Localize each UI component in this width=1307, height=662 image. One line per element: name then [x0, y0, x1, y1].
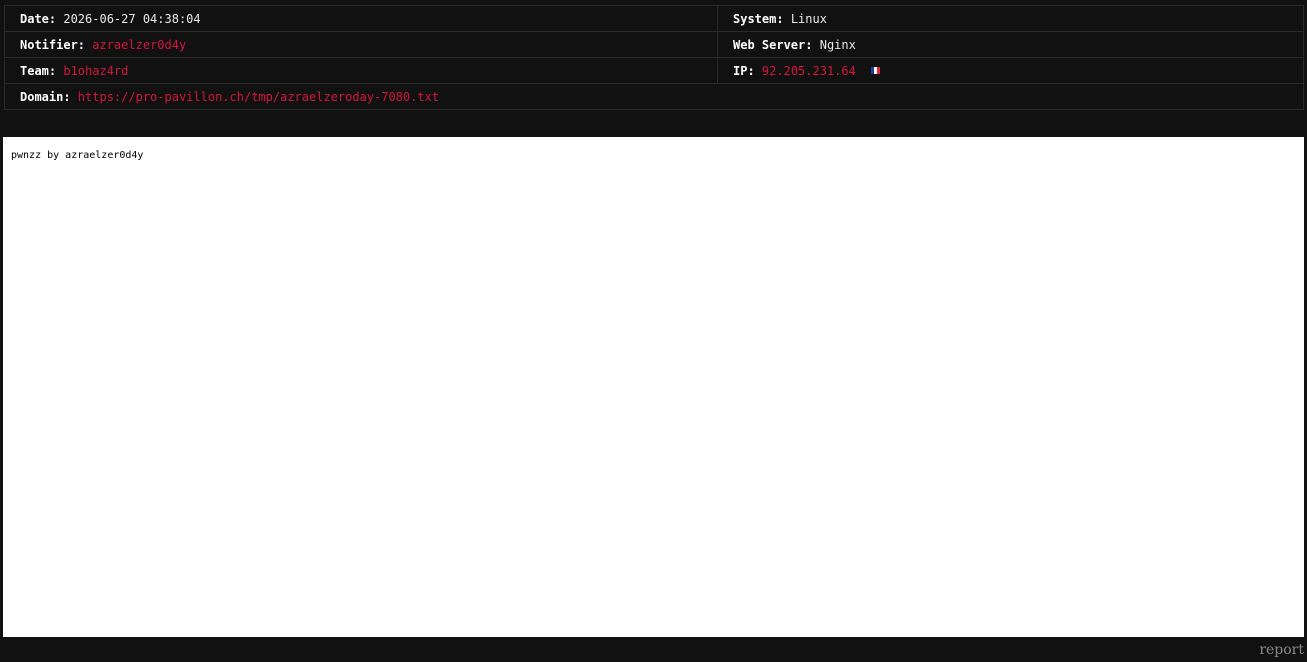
webserver-label: Web Server: — [733, 37, 813, 52]
system-value: Linux — [790, 11, 827, 26]
mirror-content-text: pwnzz by azraelzer0d4y — [11, 150, 144, 161]
webserver-cell: Web Server: Nginx — [717, 31, 1304, 58]
notifier-label: Notifier: — [20, 37, 86, 52]
system-cell: System: Linux — [717, 5, 1304, 32]
date-label: Date: — [20, 11, 57, 26]
notifier-cell: Notifier: azraelzer0d4y — [4, 31, 718, 58]
domain-label: Domain: — [20, 89, 71, 104]
team-cell: Team: b1ohaz4rd — [4, 57, 718, 84]
date-value: 2026-06-27 04:38:04 — [63, 11, 201, 26]
info-row: Team: b1ohaz4rd IP: 92.205.231.64 — [4, 57, 1304, 84]
mirror-content-frame: pwnzz by azraelzer0d4y — [3, 137, 1304, 637]
info-row: Notifier: azraelzer0d4y Web Server: Ngin… — [4, 31, 1304, 58]
france-flag-icon — [871, 66, 881, 74]
info-row: Date: 2026-06-27 04:38:04 System: Linux — [4, 5, 1304, 32]
domain-link[interactable]: https://pro-pavillon.ch/tmp/azraelzeroda… — [78, 90, 439, 104]
team-link[interactable]: b1ohaz4rd — [63, 64, 128, 78]
domain-cell: Domain: https://pro-pavillon.ch/tmp/azra… — [4, 83, 1304, 110]
notifier-link[interactable]: azraelzer0d4y — [92, 38, 186, 52]
date-cell: Date: 2026-06-27 04:38:04 — [4, 5, 718, 32]
info-row: Domain: https://pro-pavillon.ch/tmp/azra… — [4, 83, 1304, 110]
ip-cell: IP: 92.205.231.64 — [717, 57, 1304, 84]
ip-link[interactable]: 92.205.231.64 — [762, 64, 856, 78]
system-label: System: — [733, 11, 784, 26]
mirror-info-table: Date: 2026-06-27 04:38:04 System: Linux … — [4, 5, 1304, 110]
webserver-value: Nginx — [819, 37, 856, 52]
report-link[interactable]: report — [1259, 642, 1304, 658]
ip-label: IP: — [733, 63, 755, 78]
team-label: Team: — [20, 63, 57, 78]
